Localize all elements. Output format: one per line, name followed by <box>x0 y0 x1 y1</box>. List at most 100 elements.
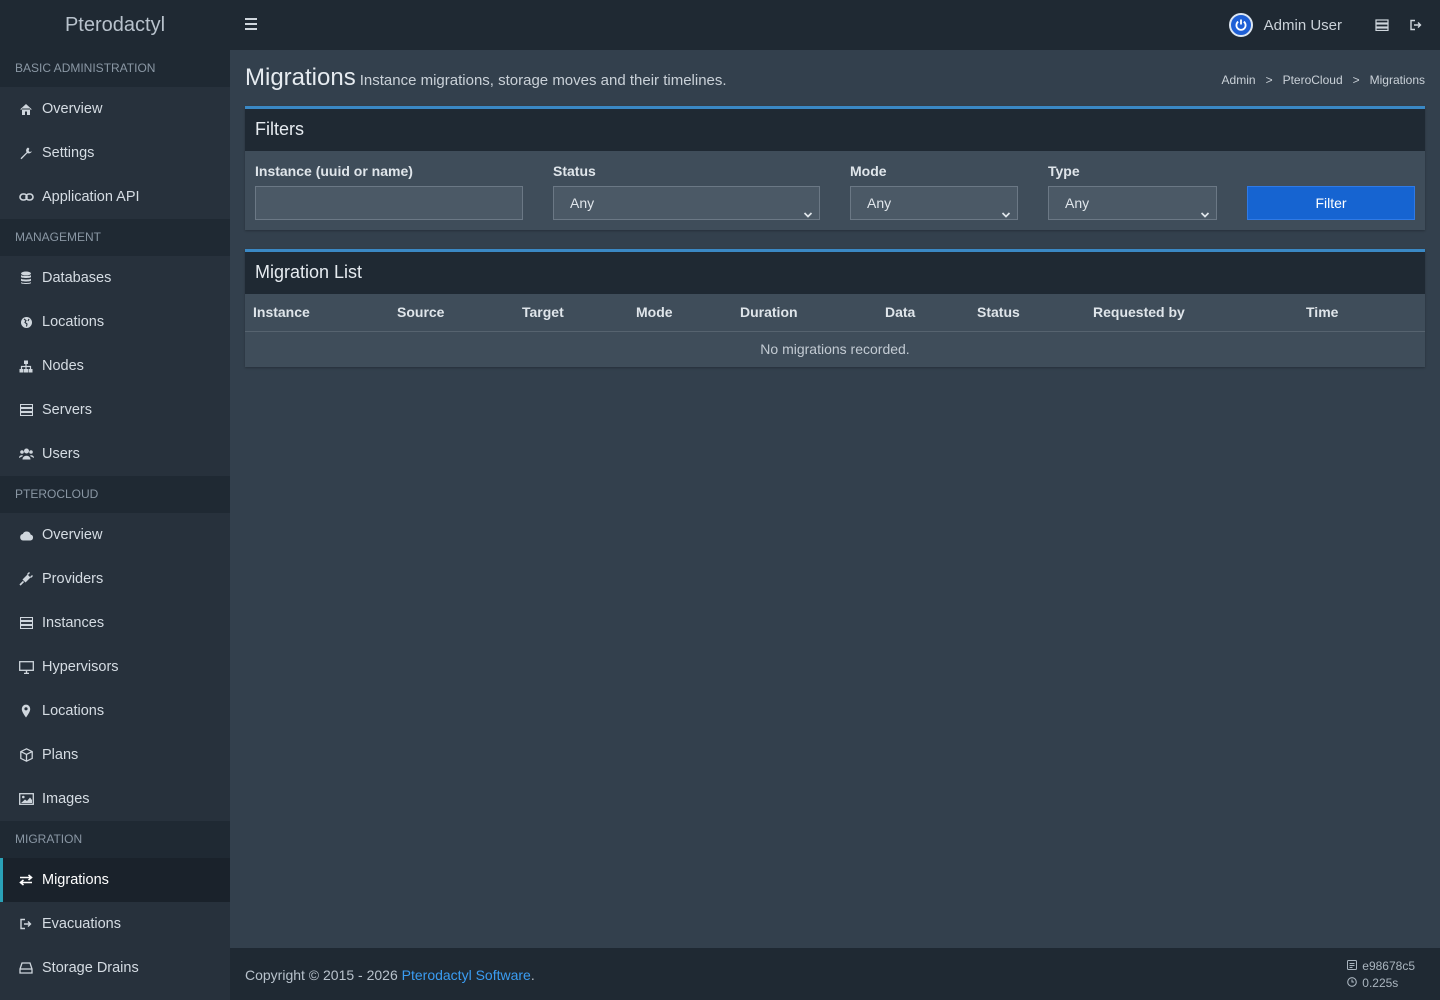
copyright-suffix: . <box>530 967 535 983</box>
mode-select[interactable]: Any <box>850 186 1018 220</box>
commit-hash: e98678c5 <box>1347 958 1415 975</box>
breadcrumb-migrations: Migrations <box>1369 73 1425 87</box>
server-icon <box>18 402 34 418</box>
instance-filter: Instance (uuid or name) <box>255 163 523 220</box>
wrench-icon <box>18 145 34 161</box>
sidebar-item-locations[interactable]: Locations <box>0 300 230 344</box>
page-subtitle: Instance migrations, storage moves and t… <box>359 72 727 89</box>
sidebar-item-label: Overview <box>42 101 103 117</box>
code-branch-icon <box>1347 958 1362 975</box>
desktop-icon <box>18 659 34 675</box>
sidebar-item-application-api[interactable]: Application API <box>0 175 230 219</box>
column-source: Source <box>389 294 514 332</box>
sidebar-item-label: Nodes <box>42 358 84 374</box>
sidebar-item-overview[interactable]: Overview <box>0 87 230 131</box>
filter-button[interactable]: Filter <box>1247 186 1415 220</box>
filters-panel: Filters Instance (uuid or name) Status A… <box>245 106 1425 230</box>
sidebar: Basic Administration Overview Settings A… <box>0 50 230 1000</box>
brand-logo[interactable]: Pterodactyl <box>0 0 230 50</box>
column-data: Data <box>877 294 969 332</box>
sidebar-item-cloud-overview[interactable]: Overview <box>0 513 230 557</box>
sidebar-item-migrations[interactable]: Migrations <box>0 858 230 902</box>
sidebar-item-settings[interactable]: Settings <box>0 131 230 175</box>
sidebar-item-evacuations[interactable]: Evacuations <box>0 902 230 946</box>
link-icon <box>18 189 34 205</box>
sidebar-toggle-icon[interactable] <box>240 15 262 35</box>
sidebar-item-nodes[interactable]: Nodes <box>0 344 230 388</box>
pterodactyl-software-link[interactable]: Pterodactyl Software <box>402 967 531 983</box>
page-heading: Migrations <box>245 64 356 91</box>
sidebar-item-label: Application API <box>42 189 140 205</box>
logout-icon[interactable] <box>1404 13 1428 37</box>
status-select[interactable]: Any <box>553 186 820 220</box>
sidebar-item-cloud-locations[interactable]: Locations <box>0 689 230 733</box>
database-icon <box>18 270 34 286</box>
column-target: Target <box>514 294 628 332</box>
breadcrumb-admin[interactable]: Admin <box>1222 73 1256 87</box>
sidebar-header-management: Management <box>0 219 230 256</box>
sidebar-item-label: Settings <box>42 145 95 161</box>
clock-icon <box>1347 975 1362 992</box>
sidebar-item-storage-drains[interactable]: Storage Drains <box>0 946 230 990</box>
username[interactable]: Admin User <box>1264 17 1342 34</box>
render-time-value: 0.225s <box>1362 976 1399 990</box>
sidebar-item-label: Plans <box>42 747 79 763</box>
globe-icon <box>18 314 34 330</box>
render-time: 0.225s <box>1347 975 1415 992</box>
status-select-value: Any <box>570 195 595 211</box>
sidebar-item-databases[interactable]: Databases <box>0 256 230 300</box>
breadcrumb: Admin > PteroCloud > Migrations <box>1222 73 1425 87</box>
commit-hash-value: e98678c5 <box>1362 959 1415 973</box>
avatar[interactable] <box>1228 13 1253 37</box>
column-instance: Instance <box>245 294 389 332</box>
sidebar-header-basic-admin: Basic Administration <box>0 50 230 87</box>
breadcrumb-separator: > <box>1265 73 1273 87</box>
sidebar-item-label: Providers <box>42 571 104 587</box>
sidebar-item-hypervisors[interactable]: Hypervisors <box>0 645 230 689</box>
sidebar-item-images[interactable]: Images <box>0 777 230 821</box>
column-requested-by: Requested by <box>1085 294 1298 332</box>
sidebar-item-label: Locations <box>42 703 105 719</box>
user-menu: Admin User <box>1228 0 1440 50</box>
sitemap-icon <box>18 358 34 374</box>
sidebar-item-label: Databases <box>42 270 112 286</box>
chevron-down-icon <box>803 198 813 230</box>
mode-filter: Mode Any <box>850 163 1018 220</box>
sidebar-item-providers[interactable]: Providers <box>0 557 230 601</box>
sidebar-item-servers[interactable]: Servers <box>0 388 230 432</box>
footer: Copyright © 2015 - 2026 Pterodactyl Soft… <box>230 948 1440 1000</box>
copyright: Copyright © 2015 - 2026 Pterodactyl Soft… <box>245 967 535 983</box>
hdd-icon <box>18 960 34 976</box>
type-select[interactable]: Any <box>1048 186 1217 220</box>
breadcrumb-pterocloud[interactable]: PteroCloud <box>1283 73 1343 87</box>
main-content: Migrations Instance migrations, storage m… <box>230 50 1440 948</box>
cube-icon <box>18 747 34 763</box>
type-select-value: Any <box>1065 195 1090 211</box>
mode-select-value: Any <box>867 195 892 211</box>
exchange-icon <box>18 872 34 888</box>
sidebar-item-label: Storage Drains <box>42 960 139 976</box>
migration-list-panel: Migration List Instance Source Target Mo… <box>245 249 1425 367</box>
sidebar-item-label: Users <box>42 446 80 462</box>
sign-out-icon <box>18 916 34 932</box>
mode-filter-label: Mode <box>850 163 887 179</box>
table-header-row: Instance Source Target Mode Duration Dat… <box>245 294 1425 332</box>
plug-icon <box>18 571 34 587</box>
sidebar-item-label: Overview <box>42 527 103 543</box>
breadcrumb-separator: > <box>1352 73 1360 87</box>
empty-row: No migrations recorded. <box>245 331 1425 367</box>
page-title: Migrations Instance migrations, storage m… <box>245 64 727 92</box>
instance-search-input[interactable] <box>255 186 523 220</box>
filters-title: Filters <box>245 109 1425 151</box>
chevron-down-icon <box>1001 198 1011 230</box>
cloud-icon <box>18 527 34 543</box>
home-icon <box>18 101 34 117</box>
migration-list-title: Migration List <box>245 252 1425 294</box>
sidebar-item-label: Hypervisors <box>42 659 119 675</box>
sidebar-item-users[interactable]: Users <box>0 432 230 476</box>
image-icon <box>18 791 34 807</box>
sidebar-item-plans[interactable]: Plans <box>0 733 230 777</box>
server-list-icon[interactable] <box>1370 13 1394 37</box>
status-filter: Status Any <box>553 163 820 220</box>
sidebar-item-instances[interactable]: Instances <box>0 601 230 645</box>
